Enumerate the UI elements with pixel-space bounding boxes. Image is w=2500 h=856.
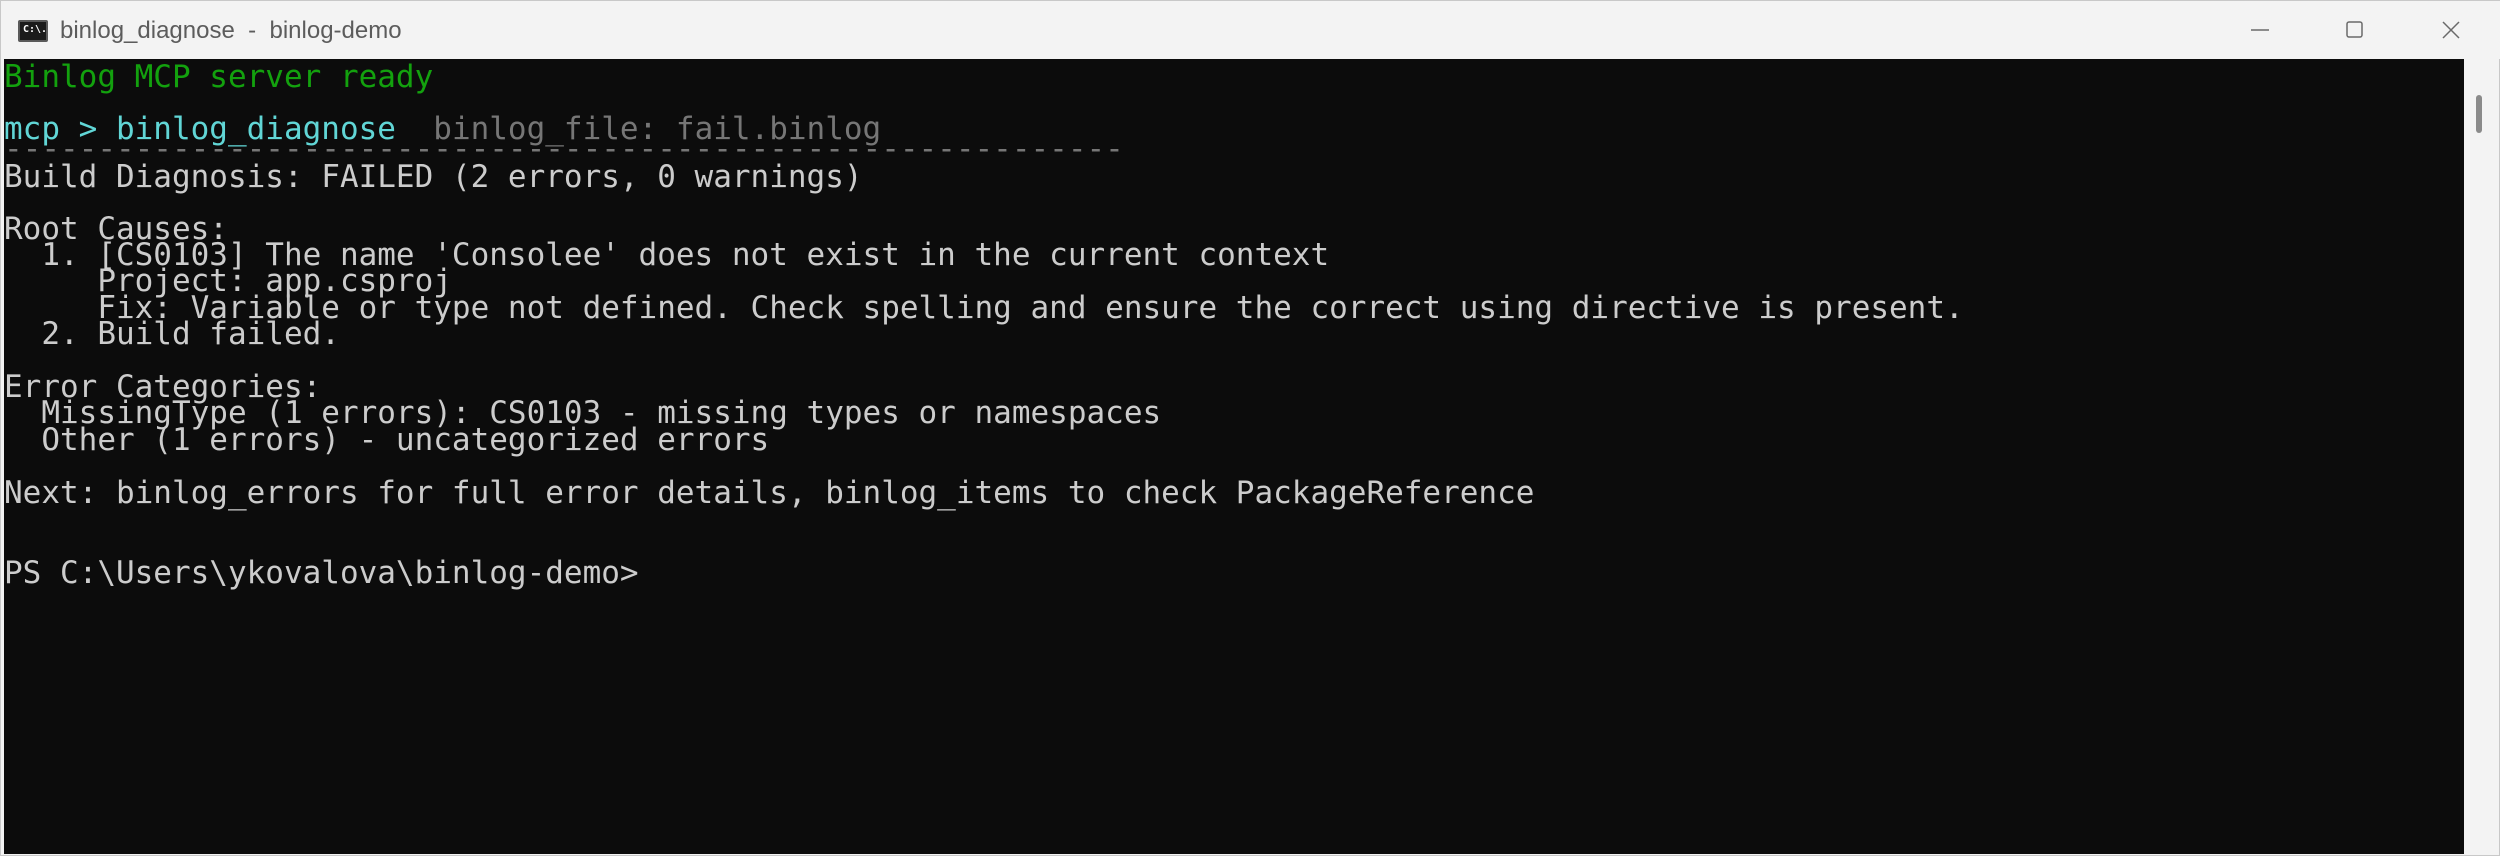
scrollbar-thumb[interactable] — [2476, 95, 2482, 133]
close-icon — [2442, 21, 2460, 39]
minimize-icon — [2251, 29, 2269, 31]
error-category-line: Other (1 errors) - uncategorized errors — [4, 422, 770, 458]
terminal-output[interactable]: Binlog MCP server ready mcp > binlog_dia… — [4, 59, 2464, 854]
next-steps-line: Next: binlog_errors for full error detai… — [4, 475, 1535, 511]
ready-line: Binlog MCP server ready — [4, 59, 434, 95]
title-bar[interactable]: C:\. binlog_diagnose - binlog-demo — [1, 1, 2500, 59]
maximize-button[interactable] — [2307, 1, 2403, 59]
terminal-window: C:\. binlog_diagnose - binlog-demo Binlo… — [0, 0, 2500, 856]
window-title: binlog_diagnose - binlog-demo — [60, 17, 402, 44]
minimize-button[interactable] — [2212, 1, 2308, 59]
diagnosis-summary: Build Diagnosis: FAILED (2 errors, 0 war… — [4, 159, 863, 195]
terminal-app-icon[interactable]: C:\. — [18, 20, 48, 42]
powershell-prompt: PS C:\Users\ykovalova\binlog-demo> — [4, 555, 639, 591]
root-cause-line: 2. Build failed. — [4, 316, 340, 352]
close-button[interactable] — [2403, 1, 2499, 59]
vertical-scrollbar[interactable] — [2464, 59, 2498, 854]
maximize-icon — [2346, 21, 2363, 38]
terminal-app-icon-text: C:\. — [23, 24, 48, 35]
